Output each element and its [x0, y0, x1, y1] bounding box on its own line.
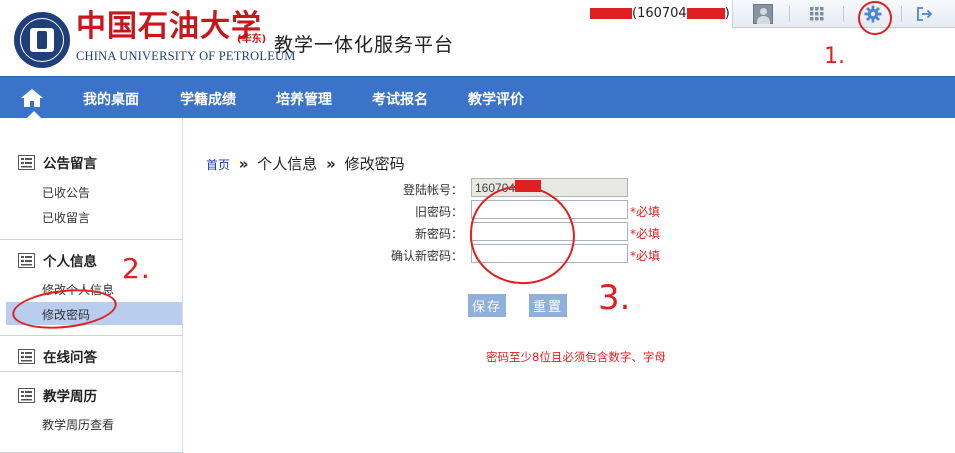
active-caret [27, 111, 41, 118]
logo-chinese-name: 中国石油大学 [76, 9, 262, 44]
nav-item-evaluation[interactable]: 教学评价 [468, 89, 524, 109]
annotation-circle [858, 1, 892, 35]
list-icon [18, 348, 35, 364]
sidebar-head-notices[interactable]: 公告留言 [18, 152, 97, 172]
sidebar-head-personal[interactable]: 个人信息 [18, 250, 97, 270]
annotation-step-1: 1. [824, 44, 845, 69]
sidebar-group-qa: 在线问答 [0, 336, 182, 372]
required-mark: *必填 [630, 205, 661, 219]
sidebar-head-qa[interactable]: 在线问答 [18, 346, 97, 366]
redaction-mark [686, 8, 725, 19]
home-icon [21, 89, 43, 107]
user-avatar-icon [753, 4, 773, 24]
breadcrumb-separator: » [326, 155, 336, 173]
user-id-close: ) [724, 6, 730, 21]
university-emblem-icon [14, 12, 70, 68]
list-icon [18, 252, 35, 268]
redaction-mark [590, 8, 632, 19]
breadcrumb-parent: 个人信息 [257, 155, 318, 173]
nav-item-training[interactable]: 培养管理 [276, 89, 332, 109]
confirm-password-label: 确认新密码： [390, 249, 463, 263]
breadcrumb-separator: » [238, 155, 249, 173]
logout-button[interactable] [905, 0, 945, 28]
logo-campus: (华东) [237, 34, 267, 45]
list-icon [18, 387, 35, 403]
header: 中国石油大学 (华东) CHINA UNIVERSITY OF PETROLEU… [0, 0, 955, 76]
annotation-circle [466, 182, 579, 288]
logo-english-name: CHINA UNIVERSITY OF PETROLEUM [76, 49, 296, 63]
required-mark: *必填 [630, 249, 661, 263]
password-hint: 密码至少8位且必须包含数字、字母 [486, 350, 666, 364]
avatar-button[interactable] [743, 0, 783, 28]
user-info: (160704) [590, 6, 730, 21]
save-button[interactable]: 保存 [468, 294, 506, 317]
app-grid-icon [810, 7, 824, 21]
nav-item-exam[interactable]: 考试报名 [372, 89, 428, 109]
annotation-step-2: 2. [122, 252, 151, 285]
sidebar-group-calendar: 教学周历 教学周历查看 [0, 372, 182, 453]
new-password-label: 新密码： [414, 227, 463, 241]
nav-home-button[interactable] [20, 88, 44, 108]
breadcrumb-home-link[interactable]: 首页 [206, 158, 230, 172]
logout-icon [917, 7, 933, 21]
breadcrumb: 首页 » 个人信息 » 修改密码 [206, 153, 405, 174]
sidebar-head-calendar[interactable]: 教学周历 [18, 385, 97, 405]
sidebar-link-view-calendar[interactable]: 教学周历查看 [42, 416, 114, 433]
required-mark: *必填 [630, 227, 661, 241]
annotation-step-3: 3. [598, 278, 631, 318]
sidebar-group-notices: 公告留言 已收公告 已收留言 [0, 118, 182, 240]
sidebar-link-received-messages[interactable]: 已收留言 [42, 209, 90, 226]
top-toolbar [732, 0, 955, 28]
old-password-label: 旧密码： [414, 205, 463, 219]
breadcrumb-current: 修改密码 [344, 155, 405, 173]
reset-button[interactable]: 重置 [529, 294, 567, 317]
list-icon [18, 154, 35, 170]
nav-item-desktop[interactable]: 我的桌面 [83, 89, 139, 109]
login-account-label: 登陆帐号： [402, 183, 463, 197]
nav-item-records[interactable]: 学籍成绩 [180, 89, 236, 109]
platform-title: 教学一体化服务平台 [274, 34, 455, 56]
main-nav: 我的桌面 学籍成绩 培养管理 考试报名 教学评价 [0, 76, 955, 118]
app-grid-button[interactable] [797, 0, 837, 28]
user-id-open: (160704 [632, 6, 687, 21]
sidebar-link-received-notices[interactable]: 已收公告 [42, 184, 90, 201]
